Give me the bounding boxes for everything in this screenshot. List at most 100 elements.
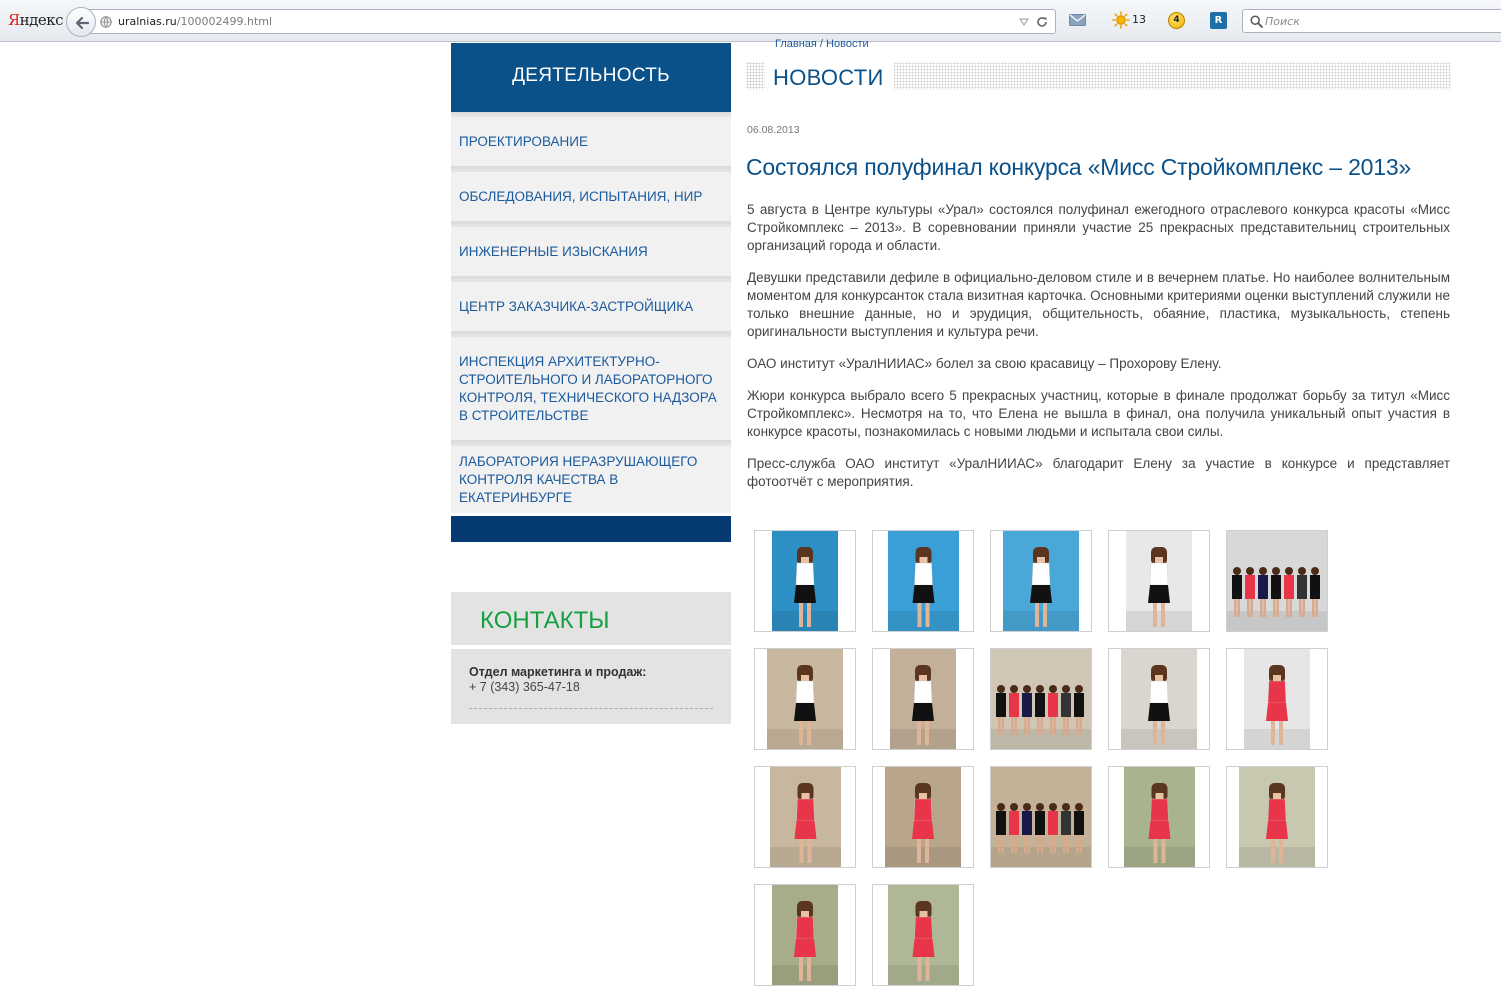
gallery-photo bbox=[1126, 531, 1192, 631]
menu-item-surveys-tests[interactable]: ОБСЛЕДОВАНИЯ, ИСПЫТАНИЯ, НИР bbox=[451, 169, 731, 221]
url-host: uralnias.ru bbox=[118, 15, 177, 28]
logo-rest: ндекс bbox=[19, 11, 64, 29]
contacts-heading: КОНТАКТЫ bbox=[451, 592, 731, 645]
gallery-photo bbox=[1239, 767, 1315, 867]
article-paragraph: Жюри конкурса выбрало всего 5 прекрасных… bbox=[747, 388, 1450, 439]
gallery-thumbnail[interactable] bbox=[1108, 530, 1210, 632]
news-article-body: 5 августа в Центре культуры «Урал» состо… bbox=[747, 201, 1450, 505]
menu-item-label: ОБСЛЕДОВАНИЯ, ИСПЫТАНИЯ, НИР bbox=[459, 188, 703, 204]
photo-image bbox=[887, 531, 959, 631]
activity-heading: ДЕЯТЕЛЬНОСТЬ bbox=[451, 43, 731, 112]
gallery-thumbnail[interactable] bbox=[1108, 648, 1210, 750]
article-paragraph: Девушки представили дефиле в официально-… bbox=[747, 270, 1450, 339]
contacts-divider bbox=[469, 708, 713, 709]
activity-footer-bar bbox=[451, 516, 731, 542]
breadcrumb-news-link[interactable]: Новости bbox=[826, 38, 869, 50]
header-dot-marker bbox=[746, 62, 762, 90]
photo-image bbox=[767, 649, 843, 749]
gallery-photo bbox=[1121, 649, 1197, 749]
photo-image bbox=[1121, 649, 1197, 749]
sun-icon[interactable] bbox=[1112, 11, 1130, 29]
gallery-thumbnail[interactable] bbox=[872, 648, 974, 750]
gallery-photo bbox=[772, 885, 838, 985]
reload-icon[interactable] bbox=[1035, 15, 1049, 29]
news-section-title: НОВОСТИ bbox=[765, 62, 894, 90]
menu-item-inspection[interactable]: ИНСПЕКЦИЯ АРХИТЕКТУРНО-СТРОИТЕЛЬНОГО И Л… bbox=[451, 334, 731, 440]
photo-image bbox=[890, 649, 956, 749]
menu-item-ndt-lab[interactable]: ЛАБОРАТОРИЯ НЕРАЗРУШАЮЩЕГО КОНТРОЛЯ КАЧЕ… bbox=[451, 443, 731, 513]
gallery-thumbnail[interactable] bbox=[990, 766, 1092, 868]
photo-image bbox=[1003, 531, 1079, 631]
news-section-header: НОВОСТИ bbox=[746, 62, 1451, 90]
breadcrumb-home-link[interactable]: Главная bbox=[775, 38, 817, 50]
gallery-thumbnail[interactable] bbox=[1108, 766, 1210, 868]
mail-icon[interactable] bbox=[1069, 14, 1086, 26]
activity-menu: ПРОЕКТИРОВАНИЕ ОБСЛЕДОВАНИЯ, ИСПЫТАНИЯ, … bbox=[451, 112, 731, 513]
weather-temperature[interactable]: 13 bbox=[1132, 13, 1146, 26]
menu-item-customer-center[interactable]: ЦЕНТР ЗАКАЗЧИКА-ЗАСТРОЙЩИКА bbox=[451, 279, 731, 331]
menu-item-label: ИНЖЕНЕРНЫЕ ИЗЫСКАНИЯ bbox=[459, 243, 648, 259]
gallery-thumbnail[interactable] bbox=[754, 766, 856, 868]
browser-toolbar: Яндекс uralnias.ru/100002499.html 13 4 R bbox=[0, 0, 1501, 42]
gallery-thumbnail[interactable] bbox=[1226, 766, 1328, 868]
gallery-thumbnail[interactable] bbox=[872, 530, 974, 632]
photo-image bbox=[991, 767, 1091, 867]
gallery-photo bbox=[890, 649, 956, 749]
photo-image bbox=[1244, 649, 1310, 749]
menu-item-label: ЦЕНТР ЗАКАЗЧИКА-ЗАСТРОЙЩИКА bbox=[459, 298, 694, 314]
menu-item-engineering-research[interactable]: ИНЖЕНЕРНЫЕ ИЗЫСКАНИЯ bbox=[451, 224, 731, 276]
activity-sidebar: ДЕЯТЕЛЬНОСТЬ ПРОЕКТИРОВАНИЕ ОБСЛЕДОВАНИЯ… bbox=[451, 43, 731, 542]
photo-image bbox=[1123, 767, 1195, 867]
article-paragraph: 5 августа в Центре культуры «Урал» состо… bbox=[747, 202, 1450, 253]
contacts-panel: Отдел маркетинга и продаж: + 7 (343) 365… bbox=[451, 649, 731, 724]
gallery-thumbnail[interactable] bbox=[872, 884, 974, 986]
globe-icon bbox=[100, 16, 112, 28]
article-paragraph: ОАО институт «УралНИИАС» болел за свою к… bbox=[747, 356, 1222, 371]
gallery-photo bbox=[772, 531, 838, 631]
traffic-indicator[interactable]: 4 bbox=[1168, 12, 1185, 29]
photo-image bbox=[887, 885, 959, 985]
breadcrumb: Главная / Новости bbox=[775, 38, 869, 50]
news-headline: Состоялся полуфинал конкурса «Мисс Строй… bbox=[746, 154, 1412, 180]
photo-image bbox=[769, 767, 841, 867]
gallery-thumbnail[interactable] bbox=[754, 648, 856, 750]
article-paragraph: Пресс-служба ОАО институт «УралНИИАС» бл… bbox=[747, 456, 1450, 489]
gallery-thumbnail[interactable] bbox=[754, 530, 856, 632]
breadcrumb-separator: / bbox=[816, 38, 827, 50]
address-bar[interactable]: uralnias.ru/100002499.html bbox=[88, 9, 1056, 34]
gallery-thumbnail[interactable] bbox=[1226, 648, 1328, 750]
history-dropdown-icon[interactable] bbox=[1019, 18, 1029, 26]
photo-image bbox=[1239, 767, 1315, 867]
contacts-department: Отдел маркетинга и продаж: bbox=[469, 665, 647, 679]
back-button[interactable] bbox=[66, 7, 96, 37]
photo-image bbox=[1227, 531, 1327, 631]
search-input[interactable] bbox=[1265, 12, 1490, 30]
gallery-photo bbox=[767, 649, 843, 749]
yandex-logo[interactable]: Яндекс bbox=[8, 11, 64, 29]
gallery-thumbnail[interactable] bbox=[990, 530, 1092, 632]
search-box[interactable] bbox=[1242, 9, 1501, 33]
logo-first-letter: Я bbox=[8, 11, 20, 29]
gallery-photo bbox=[1227, 531, 1327, 631]
back-arrow-icon bbox=[75, 16, 90, 30]
news-date: 06.08.2013 bbox=[747, 124, 800, 136]
gallery-photo bbox=[1244, 649, 1310, 749]
photo-image bbox=[772, 531, 838, 631]
gallery-thumbnail[interactable] bbox=[1226, 530, 1328, 632]
photo-image bbox=[991, 649, 1091, 749]
gallery-thumbnail[interactable] bbox=[754, 884, 856, 986]
gallery-photo bbox=[991, 649, 1091, 749]
url-text[interactable]: uralnias.ru/100002499.html bbox=[118, 15, 272, 28]
photo-image bbox=[1126, 531, 1192, 631]
gallery-thumbnail[interactable] bbox=[990, 648, 1092, 750]
photo-image bbox=[885, 767, 961, 867]
gallery-photo bbox=[885, 767, 961, 867]
extension-icon[interactable]: R bbox=[1210, 12, 1227, 29]
search-icon bbox=[1250, 15, 1263, 28]
menu-item-label: ПРОЕКТИРОВАНИЕ bbox=[459, 133, 588, 149]
gallery-photo bbox=[991, 767, 1091, 867]
menu-item-design[interactable]: ПРОЕКТИРОВАНИЕ bbox=[451, 114, 731, 166]
gallery-thumbnail[interactable] bbox=[872, 766, 974, 868]
gallery-photo bbox=[887, 885, 959, 985]
gallery-photo bbox=[769, 767, 841, 867]
